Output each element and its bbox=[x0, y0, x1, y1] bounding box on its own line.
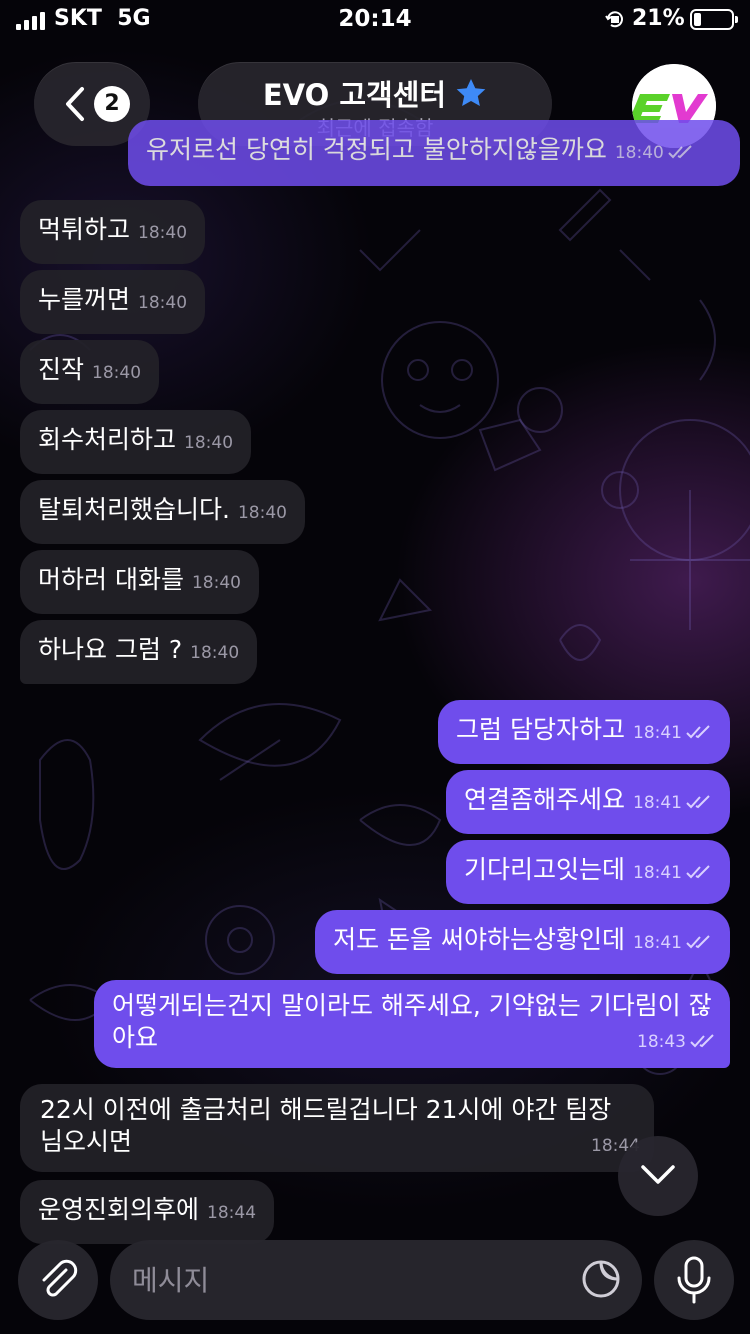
message-text: 22시 이전에 출금처리 해드릴겁니다 21시에 야간 팀장님오시면 bbox=[40, 1095, 612, 1156]
lock-rotation-icon bbox=[605, 11, 623, 28]
message-text: 유저로선 당연히 걱정되고 불안하지않을까요 bbox=[146, 135, 607, 164]
message-text: 진작 bbox=[38, 355, 85, 384]
battery-percent: 21% bbox=[632, 6, 685, 31]
attach-button[interactable] bbox=[18, 1240, 98, 1320]
chevron-down-icon bbox=[641, 1165, 675, 1184]
read-check-icon bbox=[686, 865, 710, 879]
message-bubble-incoming[interactable]: 먹튀하고 18:40 bbox=[20, 200, 206, 264]
message-text: 머하러 대화를 bbox=[38, 565, 184, 594]
message-bubble-incoming[interactable]: 하나요 그럼 ? 18:40 bbox=[20, 620, 258, 684]
sticker-icon[interactable] bbox=[580, 1258, 622, 1300]
read-check-icon bbox=[686, 935, 710, 949]
star-icon bbox=[456, 79, 486, 106]
battery-icon bbox=[690, 9, 738, 30]
message-time: 18:40 bbox=[191, 573, 241, 593]
message-time: 18:40 bbox=[614, 143, 664, 163]
microphone-icon bbox=[677, 1256, 711, 1304]
message-time: 18:40 bbox=[190, 643, 240, 663]
message-text: 누를꺼면 bbox=[38, 285, 131, 314]
message-text: 기다리고잇는데 bbox=[463, 855, 625, 884]
read-check-icon bbox=[668, 145, 692, 159]
message-bubble-incoming[interactable]: 탈퇴처리했습니다. 18:40 bbox=[20, 480, 305, 544]
message-time: 18:40 bbox=[138, 293, 188, 313]
message-time: 18:44 bbox=[207, 1203, 257, 1223]
message-text: 탈퇴처리했습니다. bbox=[38, 495, 230, 524]
message-text: 저도 돈을 써야하는상황인데 bbox=[333, 925, 625, 954]
message-bubble-incoming[interactable]: 누를꺼면 18:40 bbox=[20, 270, 206, 334]
message-time: 18:40 bbox=[237, 503, 287, 523]
message-time: 18:41 bbox=[633, 793, 682, 813]
message-time: 18:41 bbox=[633, 863, 682, 883]
message-bubble-outgoing[interactable]: 어떻게되는건지 말이라도 해주세요, 기약없는 기다림이 잖아요 18:43 bbox=[94, 980, 730, 1068]
message-time: 18:40 bbox=[138, 223, 188, 243]
read-check-icon bbox=[690, 1034, 714, 1048]
message-text: 그럼 담당자하고 bbox=[456, 715, 625, 744]
message-time: 18:41 bbox=[633, 933, 682, 953]
message-time: 18:41 bbox=[633, 723, 682, 743]
message-bubble-incoming[interactable]: 22시 이전에 출금처리 해드릴겁니다 21시에 야간 팀장님오시면 18:44 bbox=[20, 1084, 654, 1172]
message-bubble-incoming[interactable]: 머하러 대화를 18:40 bbox=[20, 550, 259, 614]
message-text: 운영진회의후에 bbox=[38, 1195, 200, 1224]
message-bubble-incoming[interactable]: 회수처리하고 18:40 bbox=[20, 410, 252, 474]
chat-title: EVO 고객센터 bbox=[262, 78, 447, 112]
message-text: 어떻게되는건지 말이라도 해주세요, 기약없는 기다림이 잖아요 bbox=[112, 991, 712, 1052]
message-time: 18:43 bbox=[637, 1032, 686, 1052]
message-text: 먹튀하고 bbox=[38, 215, 131, 244]
message-bubble-outgoing[interactable]: 그럼 담당자하고 18:41 bbox=[438, 700, 730, 764]
status-bar: SKT 5G 20:14 21% bbox=[0, 0, 750, 40]
back-chevron-icon bbox=[66, 87, 84, 121]
message-input[interactable] bbox=[132, 1260, 562, 1300]
read-check-icon bbox=[686, 795, 710, 809]
unread-count-badge: 2 bbox=[94, 86, 130, 122]
read-check-icon bbox=[686, 725, 710, 739]
message-bubble-incoming[interactable]: 운영진회의후에 18:44 bbox=[20, 1180, 275, 1244]
message-bubble-outgoing[interactable]: 유저로선 당연히 걱정되고 불안하지않을까요 18:40 bbox=[128, 120, 740, 186]
message-time: 18:40 bbox=[184, 433, 234, 453]
message-text: 회수처리하고 bbox=[38, 425, 177, 454]
message-bubble-outgoing[interactable]: 연결좀해주세요 18:41 bbox=[445, 770, 730, 834]
message-text: 연결좀해주세요 bbox=[463, 785, 625, 814]
microphone-button[interactable] bbox=[654, 1240, 734, 1320]
message-time: 18:40 bbox=[92, 363, 142, 383]
message-bubble-outgoing[interactable]: 저도 돈을 써야하는상황인데 18:41 bbox=[315, 910, 730, 974]
message-bubble-outgoing[interactable]: 기다리고잇는데 18:41 bbox=[445, 840, 730, 904]
paperclip-icon bbox=[42, 1259, 78, 1297]
message-text: 하나요 그럼 ? bbox=[38, 635, 183, 664]
message-bubble-incoming[interactable]: 진작 18:40 bbox=[20, 340, 160, 404]
message-input-container[interactable] bbox=[110, 1240, 642, 1320]
scroll-to-bottom-button[interactable] bbox=[618, 1136, 698, 1216]
